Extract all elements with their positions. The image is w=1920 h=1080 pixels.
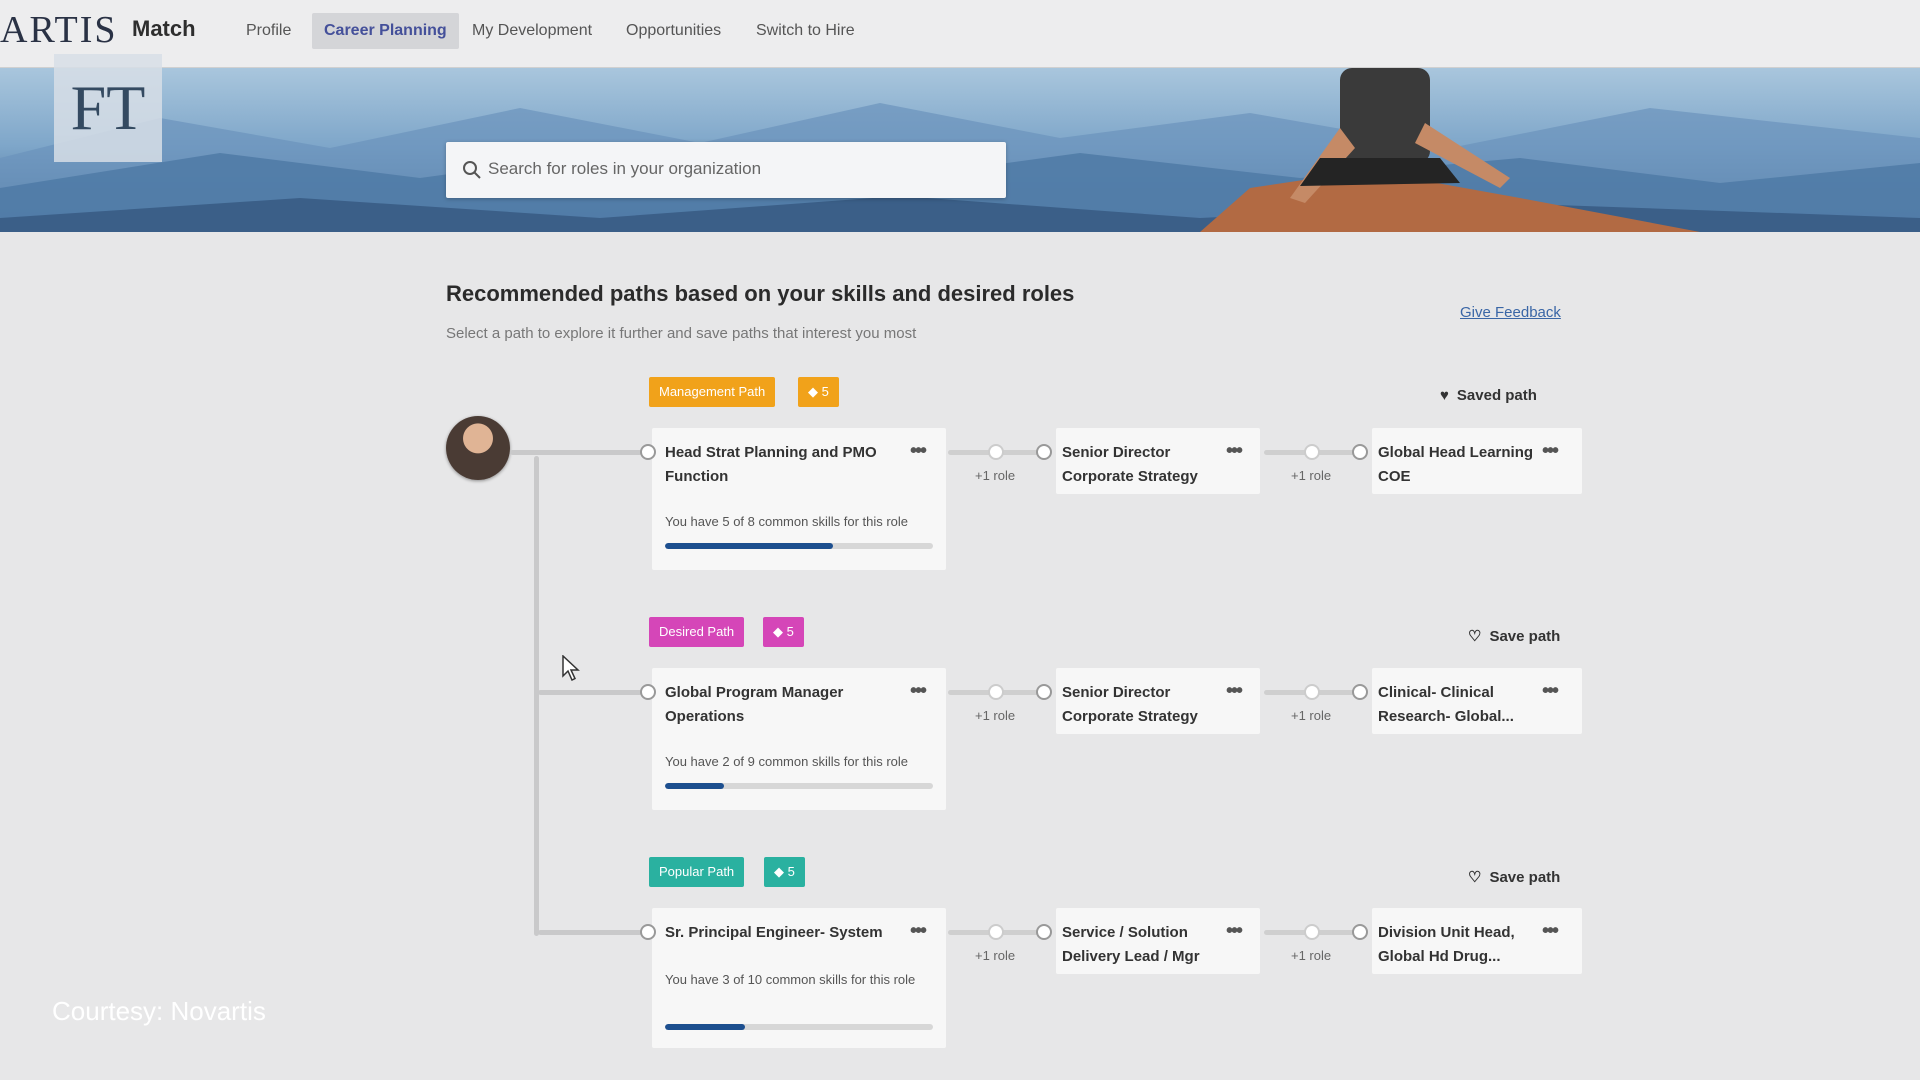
more-horizontal-icon[interactable]: ••• (1542, 680, 1559, 703)
role-title[interactable]: Global Program Manager Operations (665, 681, 885, 729)
path-node (1036, 924, 1052, 940)
nav-profile[interactable]: Profile (234, 13, 303, 49)
section-subtitle: Select a path to explore it further and … (446, 325, 917, 342)
path-node (1352, 924, 1368, 940)
search-icon (463, 161, 481, 179)
more-horizontal-icon[interactable]: ••• (1226, 680, 1243, 703)
plus-role-label[interactable]: +1 role (975, 708, 1015, 723)
role-title[interactable]: Senior Director Corporate Strategy (1062, 681, 1212, 729)
brand-logo-text: ARTIS (0, 9, 118, 51)
path-node (1304, 924, 1320, 940)
save-path-label: Saved path (1456, 387, 1537, 404)
top-nav: ARTIS Match Profile Career Planning My D… (0, 0, 1920, 68)
path-node (640, 924, 656, 940)
nav-my-development[interactable]: My Development (460, 13, 604, 49)
diamond-icon: ◆ (774, 864, 788, 879)
save-path-button[interactable]: ♡ Save path (1468, 868, 1560, 886)
more-horizontal-icon[interactable]: ••• (910, 680, 927, 703)
path-branch (510, 450, 642, 455)
nav-career-planning[interactable]: Career Planning (312, 13, 459, 49)
role-title[interactable]: Service / Solution Delivery Lead / Mgr (1062, 921, 1222, 969)
more-horizontal-icon[interactable]: ••• (1226, 920, 1243, 943)
skills-progress-fill (665, 783, 725, 789)
skills-progress-bar (665, 783, 933, 789)
search-input-placeholder[interactable]: Search for roles in your organization (488, 159, 761, 179)
path-count: 5 (787, 864, 795, 879)
more-horizontal-icon[interactable]: ••• (1542, 440, 1559, 463)
path-count: 5 (821, 384, 829, 399)
path-tree-trunk (534, 456, 539, 936)
more-horizontal-icon[interactable]: ••• (1542, 920, 1559, 943)
path-count-badge: ◆ 5 (764, 857, 805, 887)
path-branch (538, 930, 642, 935)
app-name: Match (132, 16, 196, 41)
path-tag-popular: Popular Path (649, 857, 745, 887)
role-title[interactable]: Sr. Principal Engineer- System (665, 921, 905, 945)
skills-progress-bar (665, 1024, 933, 1030)
path-branch (538, 690, 642, 695)
more-horizontal-icon[interactable]: ••• (910, 920, 927, 943)
skills-progress-bar (665, 543, 933, 549)
plus-role-label[interactable]: +1 role (1291, 948, 1331, 963)
save-path-label: Save path (1489, 869, 1561, 886)
user-avatar (446, 416, 510, 480)
path-node (1036, 444, 1052, 460)
role-title[interactable]: Clinical- Clinical Research- Global... (1378, 681, 1538, 729)
plus-role-label[interactable]: +1 role (975, 948, 1015, 963)
give-feedback-link[interactable]: Give Feedback (1460, 304, 1561, 321)
more-horizontal-icon[interactable]: ••• (910, 440, 927, 463)
nav-opportunities[interactable]: Opportunities (614, 13, 733, 49)
heart-outline-icon: ♡ (1468, 869, 1482, 886)
plus-role-label[interactable]: +1 role (1291, 468, 1331, 483)
section-title: Recommended paths based on your skills a… (446, 281, 1075, 306)
role-title[interactable]: Senior Director Corporate Strategy (1062, 441, 1212, 489)
common-skills-text: You have 2 of 9 common skills for this r… (665, 754, 909, 769)
path-node (640, 684, 656, 700)
path-node (640, 444, 656, 460)
save-path-button[interactable]: ♥ Saved path (1440, 387, 1537, 404)
path-node (988, 924, 1004, 940)
role-search-box[interactable]: Search for roles in your organization (446, 142, 1006, 198)
plus-role-label[interactable]: +1 role (1291, 708, 1331, 723)
path-count-badge: ◆ 5 (798, 377, 839, 407)
path-count-badge: ◆ 5 (763, 617, 804, 647)
role-title[interactable]: Head Strat Planning and PMO Function (665, 441, 885, 489)
path-count: 5 (786, 624, 794, 639)
nav-switch-to-hire[interactable]: Switch to Hire (744, 13, 867, 49)
path-node (1304, 444, 1320, 460)
heart-outline-icon: ♡ (1468, 628, 1482, 645)
plus-role-label[interactable]: +1 role (975, 468, 1015, 483)
skills-progress-fill (665, 1024, 746, 1030)
common-skills-text: You have 5 of 8 common skills for this r… (665, 514, 909, 529)
diamond-icon: ◆ (773, 624, 787, 639)
path-node (988, 444, 1004, 460)
role-title[interactable]: Global Head Learning COE (1378, 441, 1538, 489)
path-tag-desired: Desired Path (649, 617, 745, 647)
diamond-icon: ◆ (808, 384, 822, 399)
ft-watermark-logo: FT (54, 54, 162, 162)
path-node (1036, 684, 1052, 700)
hero-banner: Search for roles in your organization (0, 68, 1920, 232)
path-node (1304, 684, 1320, 700)
video-credit-caption: Courtesy: Novartis (52, 996, 266, 1026)
path-node (1352, 684, 1368, 700)
skills-progress-fill (665, 543, 833, 549)
save-path-label: Save path (1489, 628, 1561, 645)
path-tag-management: Management Path (649, 377, 776, 407)
mouse-cursor-icon (562, 655, 580, 681)
more-horizontal-icon[interactable]: ••• (1226, 440, 1243, 463)
path-node (988, 684, 1004, 700)
heart-filled-icon: ♥ (1440, 387, 1449, 404)
path-node (1352, 444, 1368, 460)
role-title[interactable]: Division Unit Head, Global Hd Drug... (1378, 921, 1538, 969)
save-path-button[interactable]: ♡ Save path (1468, 627, 1560, 645)
common-skills-text: You have 3 of 10 common skills for this … (665, 972, 916, 987)
